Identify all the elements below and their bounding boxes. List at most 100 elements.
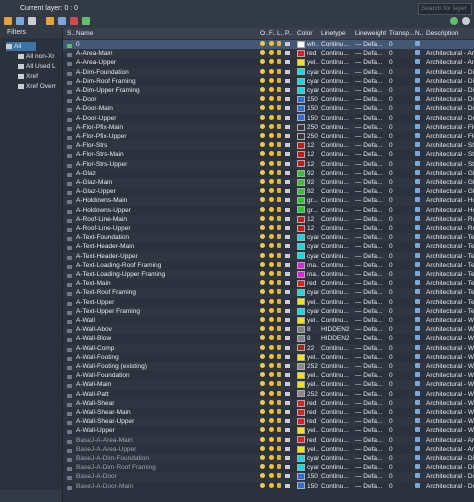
transparency-cell[interactable]: 0 bbox=[389, 298, 409, 307]
new-vp-freeze-icon[interactable] bbox=[415, 215, 420, 224]
bulb-icon[interactable] bbox=[260, 86, 265, 95]
transparency-cell[interactable]: 0 bbox=[389, 288, 409, 297]
linetype-cell[interactable]: Continu... bbox=[321, 206, 353, 215]
layer-row[interactable]: A-Wall-Shear red Continu... — Defa... 0 Archi… bbox=[63, 398, 474, 408]
bulb-icon[interactable] bbox=[260, 334, 265, 343]
bulb-icon[interactable] bbox=[260, 233, 265, 242]
transparency-cell[interactable]: 0 bbox=[389, 233, 409, 242]
lock-icon[interactable] bbox=[277, 141, 281, 150]
transparency-cell[interactable]: 0 bbox=[389, 224, 409, 233]
description-cell[interactable]: Architectural - Stairs bbox=[426, 141, 474, 150]
printer-icon[interactable] bbox=[285, 344, 290, 353]
layer-row[interactable]: A-Text-Foundation cyan Continu... — Defa...… bbox=[63, 233, 474, 243]
lineweight-cell[interactable]: — Defa... bbox=[355, 454, 387, 463]
lock-icon[interactable] bbox=[277, 160, 281, 169]
lineweight-cell[interactable]: — Defa... bbox=[355, 242, 387, 251]
printer-icon[interactable] bbox=[285, 399, 290, 408]
new-vp-freeze-icon[interactable] bbox=[415, 270, 420, 279]
description-cell[interactable]: Architectural - Wall - Comp bbox=[426, 344, 474, 353]
new-vp-freeze-icon[interactable] bbox=[415, 426, 420, 435]
description-cell[interactable]: Architectural - Wall - Shear bbox=[426, 399, 474, 408]
layer-row[interactable]: A-Area-Main red Continu... — Defa... 0 Archit… bbox=[63, 49, 474, 59]
filter-tree-item[interactable]: All non-Xr bbox=[18, 52, 55, 61]
search-layer-input[interactable] bbox=[418, 3, 472, 15]
lock-icon[interactable] bbox=[277, 454, 281, 463]
sun-icon[interactable] bbox=[269, 86, 274, 95]
linetype-cell[interactable]: Continu... bbox=[321, 436, 353, 445]
printer-icon[interactable] bbox=[285, 463, 290, 472]
layer-row[interactable]: A-Wall-Foundation yel...Continu...— Defa.… bbox=[63, 371, 474, 380]
column-header[interactable]: O.. bbox=[260, 30, 269, 37]
description-cell[interactable]: Architectural - Stairs bbox=[426, 150, 474, 159]
printer-icon[interactable] bbox=[285, 408, 290, 417]
linetype-cell[interactable]: Continu... bbox=[321, 233, 353, 242]
lock-icon[interactable] bbox=[277, 77, 281, 86]
transparency-cell[interactable]: 0 bbox=[389, 279, 409, 288]
lock-icon[interactable] bbox=[277, 344, 281, 353]
lineweight-cell[interactable]: — Defa... bbox=[355, 215, 387, 224]
linetype-cell[interactable]: Continu... bbox=[321, 380, 353, 389]
layer-name[interactable]: A-Area-Upper bbox=[76, 58, 258, 67]
transparency-cell[interactable]: 0 bbox=[389, 49, 409, 58]
printer-icon[interactable] bbox=[285, 325, 290, 334]
printer-icon[interactable] bbox=[285, 445, 290, 454]
new-vp-freeze-icon[interactable] bbox=[415, 169, 420, 178]
printer-icon[interactable] bbox=[285, 307, 290, 316]
description-cell[interactable]: Architectural - Dimension bbox=[426, 86, 474, 95]
transparency-cell[interactable]: 0 bbox=[389, 325, 409, 334]
sun-icon[interactable] bbox=[269, 68, 274, 77]
color-cell[interactable]: 12 bbox=[297, 160, 319, 169]
sun-icon[interactable] bbox=[269, 261, 274, 270]
lock-icon[interactable] bbox=[277, 270, 281, 279]
color-cell[interactable]: yel... bbox=[297, 298, 319, 307]
sun-icon[interactable] bbox=[269, 206, 274, 215]
printer-icon[interactable] bbox=[285, 316, 290, 325]
new-vp-freeze-icon[interactable] bbox=[415, 417, 420, 426]
sun-icon[interactable] bbox=[269, 408, 274, 417]
color-cell[interactable]: cyan bbox=[297, 86, 319, 95]
transparency-cell[interactable]: 0 bbox=[389, 114, 409, 123]
lineweight-cell[interactable]: — Defa... bbox=[355, 344, 387, 353]
layer-name[interactable]: BaseJ-A-Door-Main bbox=[76, 482, 258, 491]
new-vp-freeze-icon[interactable] bbox=[415, 132, 420, 141]
color-cell[interactable]: yel... bbox=[297, 380, 319, 389]
printer-icon[interactable] bbox=[285, 482, 290, 491]
layer-name[interactable]: A-Dim-Upper Framing bbox=[76, 86, 258, 95]
description-cell[interactable]: Architectural - Text - Roof Framing bbox=[426, 288, 474, 297]
bulb-icon[interactable] bbox=[260, 224, 265, 233]
transparency-cell[interactable]: 0 bbox=[389, 426, 409, 435]
settings-icon[interactable] bbox=[462, 17, 470, 25]
printer-icon[interactable] bbox=[285, 86, 290, 95]
lock-icon[interactable] bbox=[277, 178, 281, 187]
sun-icon[interactable] bbox=[269, 436, 274, 445]
refresh-icon[interactable] bbox=[450, 17, 458, 25]
description-cell[interactable]: Architectural - Holdowns bbox=[426, 206, 474, 215]
bulb-icon[interactable] bbox=[260, 206, 265, 215]
layer-name[interactable]: BaseJ-A-Dim-Roof Framing bbox=[76, 463, 258, 472]
printer-icon[interactable] bbox=[285, 104, 290, 113]
sun-icon[interactable] bbox=[269, 353, 274, 362]
new-vp-freeze-icon[interactable] bbox=[415, 298, 420, 307]
linetype-cell[interactable]: Continu... bbox=[321, 399, 353, 408]
printer-icon[interactable] bbox=[285, 206, 290, 215]
transparency-cell[interactable]: 0 bbox=[389, 436, 409, 445]
description-cell[interactable]: Architectural - Area bbox=[426, 436, 474, 445]
new-vp-freeze-icon[interactable] bbox=[415, 344, 420, 353]
bulb-icon[interactable] bbox=[260, 454, 265, 463]
lineweight-cell[interactable]: — Defa... bbox=[355, 362, 387, 371]
new-vp-freeze-icon[interactable] bbox=[415, 390, 420, 399]
description-cell[interactable]: Architectural - Roof Line bbox=[426, 215, 474, 224]
color-cell[interactable]: red bbox=[297, 436, 319, 445]
printer-icon[interactable] bbox=[285, 436, 290, 445]
new-vp-freeze-icon[interactable] bbox=[415, 86, 420, 95]
layer-row[interactable]: A-Text-Main red Continu... — Defa... 0 Archit… bbox=[63, 279, 474, 288]
linetype-cell[interactable]: HIDDEN2 bbox=[321, 325, 353, 334]
linetype-cell[interactable]: Continu... bbox=[321, 196, 353, 205]
transparency-cell[interactable]: 0 bbox=[389, 371, 409, 380]
transparency-cell[interactable]: 0 bbox=[389, 95, 409, 104]
color-cell[interactable]: cyan bbox=[297, 233, 319, 242]
lock-icon[interactable] bbox=[277, 132, 281, 141]
lock-icon[interactable] bbox=[277, 334, 281, 343]
lock-icon[interactable] bbox=[277, 196, 281, 205]
printer-icon[interactable] bbox=[285, 371, 290, 380]
